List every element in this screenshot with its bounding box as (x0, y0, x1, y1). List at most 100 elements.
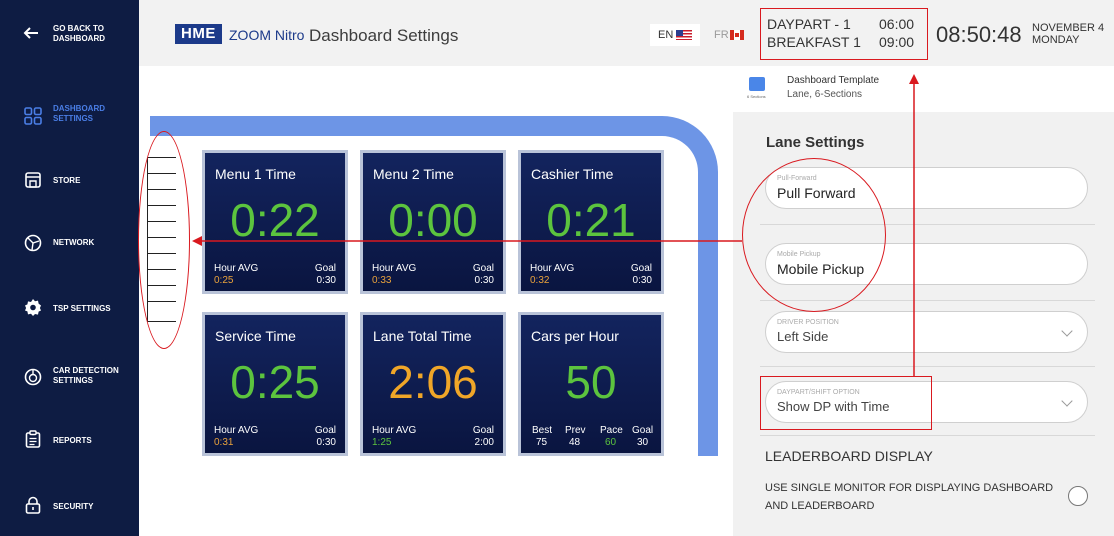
language-fr-button[interactable]: FR (714, 24, 748, 46)
tile-left-label: Hour AVG (214, 425, 259, 436)
tile-cars-per-hour[interactable]: Cars per Hour 50 Best 75 Prev 48 Pace 60… (518, 312, 664, 456)
tile-right-value: 2:00 (474, 437, 494, 448)
leaderboard-display-title: LEADERBOARD DISPLAY (765, 448, 933, 464)
dashboard-grid-icon (24, 107, 42, 125)
tile-value: 0:22 (230, 194, 320, 246)
chevron-down-icon (1061, 325, 1073, 337)
annotation-oval-right (742, 158, 886, 312)
sidebar-item-label: TSP SETTINGS (53, 304, 111, 313)
tile-lane-total-time[interactable]: Lane Total Time 2:06 Hour AVG 1:25 Goal … (360, 312, 506, 456)
tile-right-label: Goal (472, 263, 494, 274)
tile-value: 0:00 (388, 194, 478, 246)
dashboard-template-selector[interactable]: 6 Sections Dashboard Template Lane, 6-Se… (733, 66, 1114, 112)
tile-cashier-time[interactable]: Cashier Time 0:21 Hour AVG 0:32 Goal 0:3… (518, 150, 664, 294)
tile-service-time[interactable]: Service Time 0:25 Hour AVG 0:31 Goal 0:3… (202, 312, 348, 456)
sidebar-item-label: NETWORK (53, 238, 95, 247)
language-fr-label: FR (714, 29, 729, 41)
daypart-name: DAYPART - 1 (767, 16, 851, 32)
sidebar-item-label: CAR DETECTION SETTINGS (53, 366, 119, 385)
sidebar-item-network[interactable]: NETWORK (0, 224, 139, 264)
annotation-rect-daypart-option (760, 376, 932, 430)
tile-right-value: 0:30 (316, 437, 336, 448)
sidebar-item-label: STORE (53, 176, 81, 185)
tile-right-value: 0:30 (632, 275, 652, 286)
sidebar-item-label: SECURITY (53, 502, 94, 511)
hme-logo: HME (175, 24, 222, 44)
daypart-end: 09:00 (879, 34, 915, 50)
sidebar-item-dashboard-settings[interactable]: DASHBOARD SETTINGS (0, 96, 139, 136)
sidebar-item-security[interactable]: SECURITY (0, 486, 139, 526)
top-header: HME ZOOM Nitro Dashboard Settings EN FR … (139, 0, 1114, 66)
sidebar-item-car-detection-settings[interactable]: CAR DETECTION SETTINGS (0, 358, 139, 398)
tile-right-label: Goal (472, 425, 494, 436)
template-subtitle: Lane, 6-Sections (787, 89, 863, 100)
stat-label-goal: Goal (632, 425, 654, 436)
stat-label-prev: Prev (565, 425, 586, 436)
arrow-left-icon (23, 27, 38, 39)
stat-value-goal: 30 (637, 437, 649, 448)
template-title: Dashboard Template (787, 75, 880, 86)
sidebar-item-reports[interactable]: REPORTS (0, 420, 139, 460)
tile-value: 50 (565, 356, 617, 408)
tile-name: Menu 1 Time (215, 166, 296, 182)
driver-position-select[interactable]: DRIVER POSITION Left Side (765, 311, 1088, 353)
tile-left-value: 0:32 (530, 275, 550, 286)
tile-value: 0:21 (546, 194, 636, 246)
daypart-start: 06:00 (879, 16, 915, 32)
product-name: ZOOM Nitro (229, 27, 305, 43)
us-flag-icon (676, 30, 692, 40)
sidebar-item-label: DASHBOARD SETTINGS (53, 104, 105, 123)
tile-name: Service Time (215, 328, 296, 344)
template-icon-caption: 6 Sections (747, 94, 766, 99)
daypart-shift: BREAKFAST 1 (767, 34, 861, 50)
field-value: Left Side (777, 329, 829, 344)
divider (760, 366, 1095, 367)
back-to-dashboard-button[interactable]: GO BACK TO DASHBOARD (0, 0, 139, 66)
stat-label-pace: Pace (600, 425, 623, 436)
sidebar-item-tsp-settings[interactable]: TSP SETTINGS (0, 288, 139, 328)
gear-icon (25, 299, 41, 316)
tile-left-label: Hour AVG (372, 263, 417, 274)
current-weekday: MONDAY (1032, 34, 1080, 46)
tile-name: Lane Total Time (373, 328, 472, 344)
tile-right-value: 0:30 (316, 275, 336, 286)
clipboard-icon (25, 430, 41, 448)
stat-value-prev: 48 (569, 437, 581, 448)
tile-left-label: Hour AVG (530, 263, 575, 274)
tile-left-value: 0:25 (214, 275, 234, 286)
field-label: DRIVER POSITION (777, 319, 839, 326)
canada-flag-icon (730, 30, 744, 40)
divider (760, 435, 1095, 436)
single-monitor-toggle[interactable] (1068, 486, 1088, 506)
back-to-dashboard-label: GO BACK TO DASHBOARD (53, 24, 105, 43)
tile-menu-2-time[interactable]: Menu 2 Time 0:00 Hour AVG 0:33 Goal 0:30 (360, 150, 506, 294)
current-time: 08:50:48 (936, 22, 1022, 47)
sidebar-item-store[interactable]: STORE (0, 162, 139, 202)
tile-name: Menu 2 Time (373, 166, 454, 182)
car-detection-icon (24, 368, 42, 386)
daypart-info: DAYPART - 1 06:00 BREAKFAST 1 09:00 (760, 8, 928, 60)
tile-name: Cashier Time (531, 166, 614, 182)
lane-settings-title: Lane Settings (766, 134, 865, 151)
language-en-label: EN (658, 29, 674, 41)
tile-menu-1-time[interactable]: Menu 1 Time 0:22 Hour AVG 0:25 Goal 0:30 (202, 150, 348, 294)
tile-right-label: Goal (630, 263, 652, 274)
language-en-button[interactable]: EN (650, 24, 700, 46)
tile-name: Cars per Hour (531, 328, 619, 344)
tile-right-value: 0:30 (474, 275, 494, 286)
sidebar-item-label: REPORTS (53, 436, 92, 445)
stat-value-best: 75 (536, 437, 548, 448)
tile-right-label: Goal (314, 263, 336, 274)
stat-value-pace: 60 (605, 437, 617, 448)
tile-left-label: Hour AVG (372, 425, 417, 436)
annotation-oval-left (138, 131, 190, 349)
stat-label-best: Best (532, 425, 553, 436)
single-monitor-label: USE SINGLE MONITOR FOR DISPLAYING DASHBO… (765, 482, 1054, 512)
tile-right-label: Goal (314, 425, 336, 436)
lock-icon (25, 496, 41, 514)
network-icon (24, 234, 42, 252)
tile-left-value: 0:31 (214, 437, 234, 448)
store-icon (25, 172, 41, 188)
tile-value: 0:25 (230, 356, 320, 408)
template-grid-icon (749, 77, 765, 91)
